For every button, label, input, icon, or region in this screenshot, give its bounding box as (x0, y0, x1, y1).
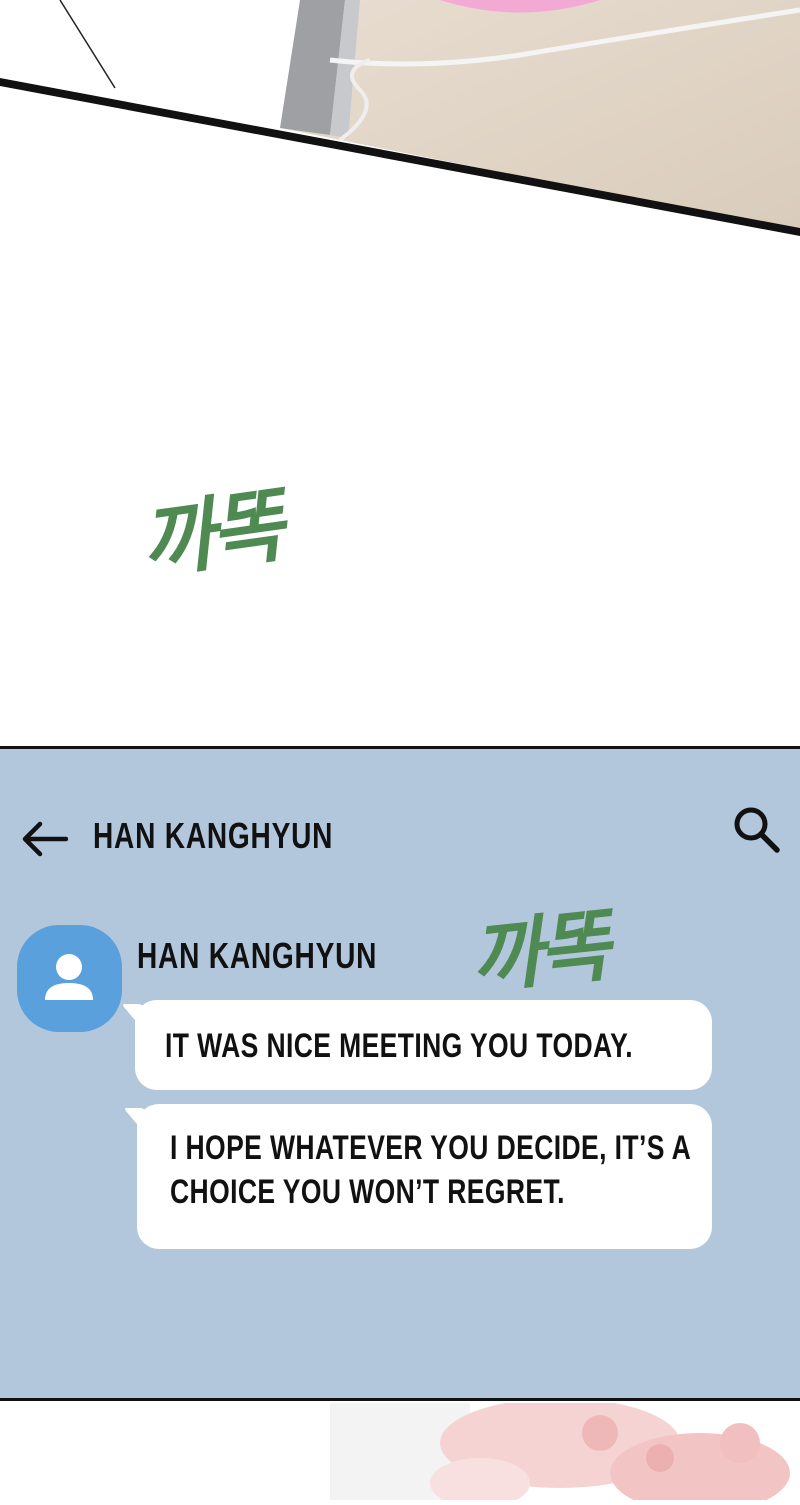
message-bubble[interactable]: IT WAS NICE MEETING YOU TODAY. (135, 1000, 712, 1090)
top-artwork-panel (0, 0, 800, 240)
chat-header-title: HAN KANGHYUN (93, 815, 334, 856)
message-text: IT WAS NICE MEETING YOU TODAY. (165, 1027, 634, 1065)
person-avatar-icon (45, 954, 93, 1000)
bottom-artwork-panel (0, 1398, 800, 1505)
sender-name: HAN KANGHYUN (137, 935, 378, 976)
flower-artwork (0, 1398, 800, 1505)
message-text-line-1: I HOPE WHATEVER YOU DECIDE, IT’S A (170, 1129, 692, 1167)
chat-screen-panel: HAN KANGHYUN HAN KANGHYUN IT WAS NICE ME… (0, 746, 800, 1401)
search-icon[interactable] (728, 801, 784, 857)
message-text-line-2: CHOICE YOU WON’T REGRET. (170, 1173, 565, 1211)
message-bubble[interactable]: I HOPE WHATEVER YOU DECIDE, IT’S A CHOIC… (137, 1104, 712, 1249)
sound-effect-tap: 까똑 (466, 901, 611, 1005)
floor-artwork (0, 0, 800, 236)
back-arrow-icon[interactable] (20, 819, 68, 859)
contact-avatar[interactable] (17, 925, 122, 1032)
sound-effect-tap: 까똑 (135, 478, 286, 591)
